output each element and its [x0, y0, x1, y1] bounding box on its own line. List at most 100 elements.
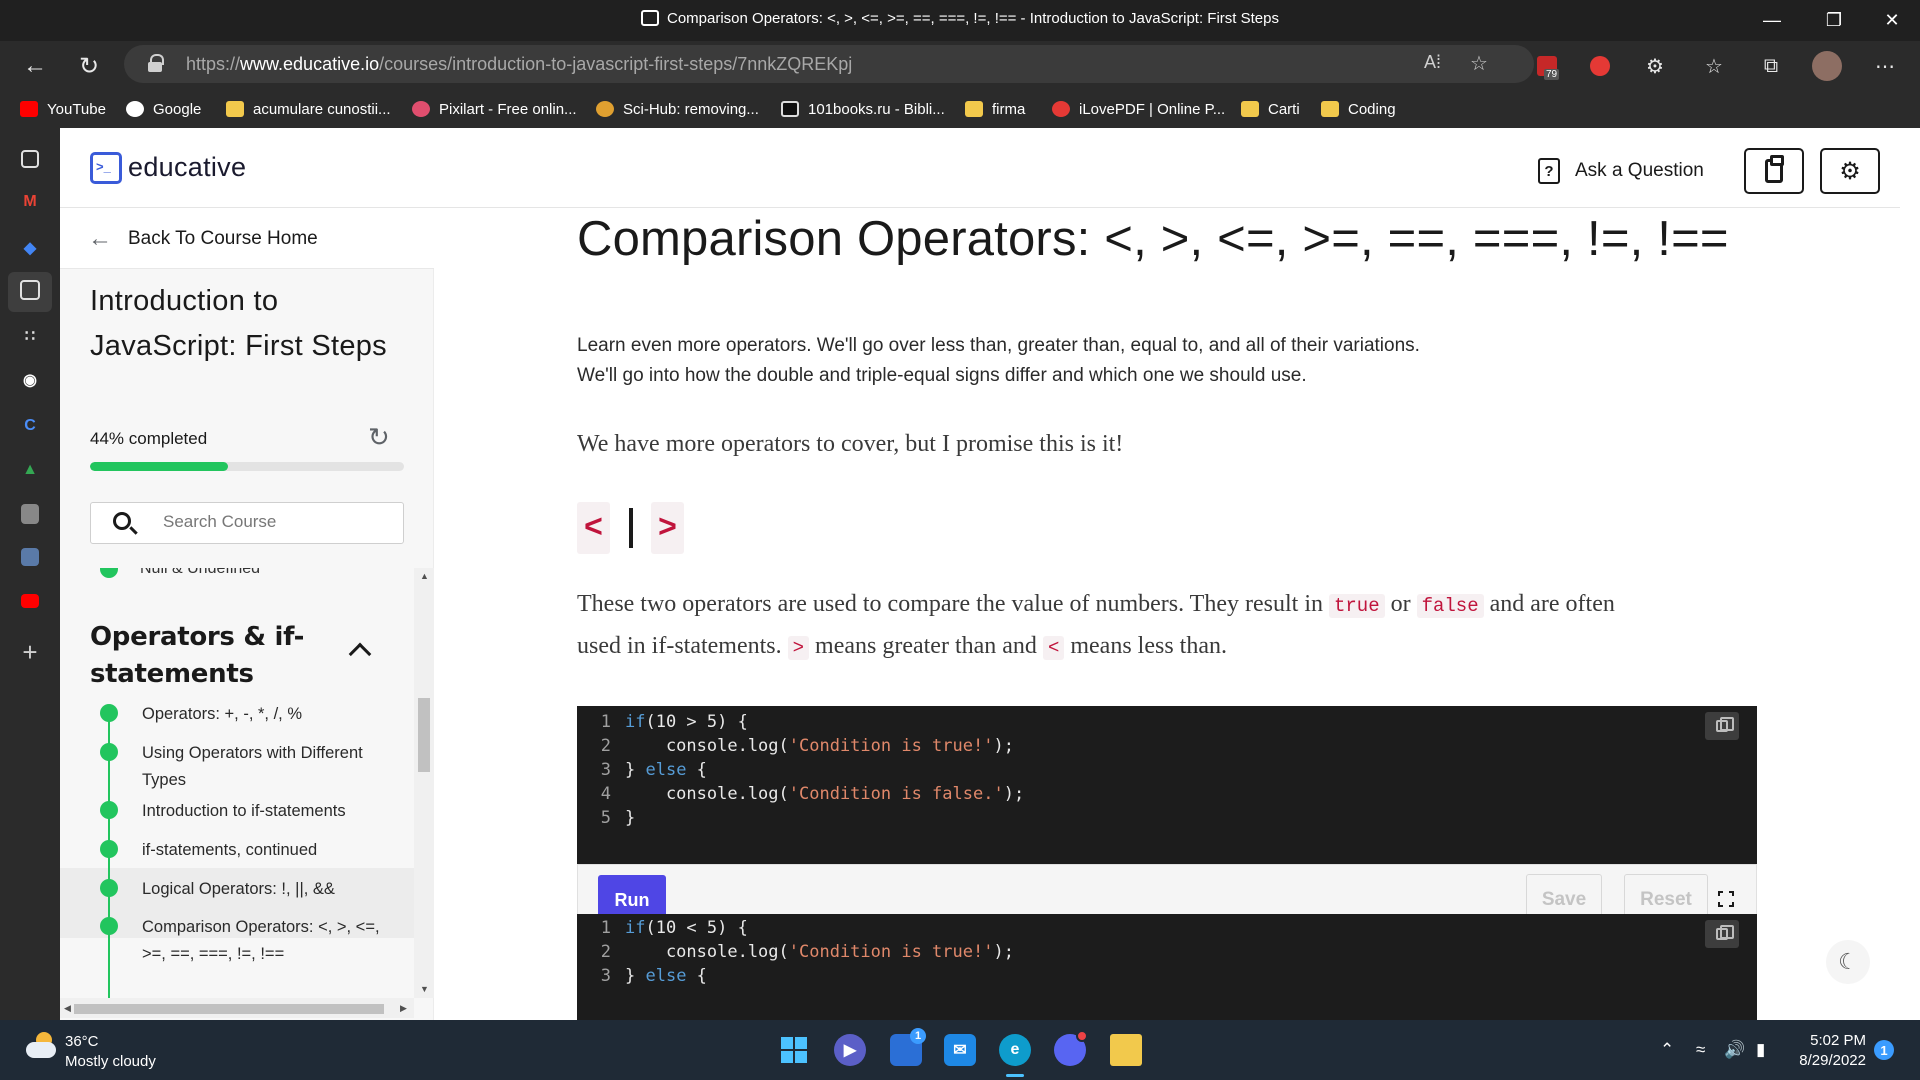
toc-item-intro-if[interactable]: Introduction to if-statements: [142, 798, 392, 825]
code-editor-2[interactable]: 1 if(10 < 5) { 2 console.log('Condition i…: [577, 914, 1757, 1020]
settings-button[interactable]: ⚙: [1820, 148, 1880, 194]
back-arrow-icon[interactable]: ←: [16, 48, 54, 84]
favorites-icon[interactable]: ☆: [1699, 51, 1729, 81]
educative-sidebar-icon[interactable]: [20, 280, 40, 300]
document-app-icon[interactable]: [21, 504, 39, 524]
search-input[interactable]: [163, 512, 383, 532]
fullscreen-icon[interactable]: [1718, 891, 1734, 907]
scroll-left-arrow-icon[interactable]: ◀: [64, 1003, 71, 1014]
teams-chat-icon[interactable]: ▶: [834, 1034, 866, 1066]
profile-avatar[interactable]: [1812, 51, 1842, 81]
bookmark-label: Google: [153, 100, 202, 118]
inline-code-lt: <: [1042, 636, 1065, 660]
toc-item-operators-types[interactable]: Using Operators with Different Types: [142, 740, 392, 794]
toc-item-if-continued[interactable]: if-statements, continued: [142, 837, 392, 864]
scroll-up-arrow-icon[interactable]: ▲: [420, 571, 429, 581]
widgets-badge: 1: [910, 1028, 926, 1044]
toc-item-comparison-operators[interactable]: Comparison Operators: <, >, <=, >=, ==, …: [142, 914, 392, 968]
folder-icon: [965, 101, 983, 117]
search-course-box[interactable]: [90, 502, 404, 544]
google-drive-icon[interactable]: ▲: [18, 458, 42, 482]
bookmark-carti[interactable]: Carti: [1241, 96, 1300, 122]
minimize-button[interactable]: —: [1746, 0, 1798, 40]
battery-icon[interactable]: ▮: [1756, 1040, 1765, 1060]
google-app-icon[interactable]: ◆: [18, 236, 42, 260]
wifi-icon[interactable]: ≈: [1696, 1040, 1705, 1060]
dark-mode-moon-icon[interactable]: ☾: [1826, 940, 1870, 984]
extensions-puzzle-icon[interactable]: ⚙: [1640, 51, 1670, 81]
file-explorer-icon[interactable]: [1110, 1034, 1142, 1066]
c-app-icon[interactable]: C: [18, 414, 42, 438]
code-line: 3} else {: [577, 964, 1757, 988]
scroll-right-arrow-icon[interactable]: ▶: [400, 1003, 407, 1014]
code-editor-1[interactable]: 1 if(10 > 5) { 2 console.log('Condition i…: [577, 706, 1757, 864]
chevron-up-icon[interactable]: [348, 642, 372, 666]
bookmark-coding[interactable]: Coding: [1321, 96, 1396, 122]
extension-badge: 79: [1544, 69, 1560, 80]
calendar-app-icon[interactable]: [21, 548, 39, 566]
collections-icon[interactable]: ⧉: [1756, 51, 1786, 81]
bookmark-ilovepdf[interactable]: iLovePDF | Online P...: [1052, 96, 1225, 122]
toc-item-logical-operators[interactable]: Logical Operators: !, ||, &&: [142, 876, 392, 903]
weather-widget[interactable]: 36°C Mostly cloudy: [65, 1032, 156, 1072]
title-bar: Comparison Operators: <, >, <=, >=, ==, …: [0, 0, 1920, 41]
operator-display: < >: [577, 502, 684, 554]
toc-item-operators[interactable]: Operators: +, -, *, /, %: [142, 701, 392, 728]
back-to-course-home[interactable]: ← Back To Course Home: [60, 209, 434, 269]
keyword: if: [625, 712, 646, 732]
bookmark-scihub[interactable]: Sci-Hub: removing...: [596, 96, 759, 122]
copy-code-button[interactable]: [1705, 920, 1739, 948]
code-text: {: [686, 760, 707, 780]
mail-icon[interactable]: ✉: [944, 1034, 976, 1066]
tab-actions-icon[interactable]: [21, 150, 39, 168]
url-field[interactable]: https://www.educative.io/courses/introdu…: [124, 45, 1534, 83]
windows-start-icon[interactable]: [778, 1034, 810, 1066]
sidebar-horizontal-thumb[interactable]: [74, 1004, 384, 1014]
section-title[interactable]: Operators & if-statements: [90, 619, 310, 693]
weather-cloud-icon[interactable]: [26, 1032, 56, 1058]
edge-browser-icon[interactable]: e: [999, 1034, 1031, 1066]
grid-app-icon[interactable]: ∷: [18, 324, 42, 348]
ublock-extension-icon[interactable]: 79: [1532, 51, 1562, 81]
bookmark-101books[interactable]: 101books.ru - Bibli...: [781, 96, 945, 122]
github-icon[interactable]: ◉: [18, 368, 42, 392]
book-icon: [781, 101, 799, 117]
sidebar-scroll-thumb[interactable]: [418, 698, 430, 772]
logo-text[interactable]: educative: [128, 152, 246, 183]
read-aloud-icon[interactable]: A⁞: [1424, 52, 1441, 73]
adblock-extension-icon[interactable]: [1585, 51, 1615, 81]
ask-question-button[interactable]: ? Ask a Question: [1538, 158, 1704, 184]
bookmark-label: YouTube: [47, 100, 106, 118]
notification-badge[interactable]: 1: [1874, 1040, 1894, 1060]
scroll-down-arrow-icon[interactable]: ▼: [420, 984, 429, 994]
discord-icon[interactable]: [1054, 1030, 1088, 1066]
gmail-icon[interactable]: M: [18, 190, 42, 214]
youtube-sidebar-icon[interactable]: [21, 594, 39, 608]
educative-logo-icon[interactable]: >_: [90, 152, 122, 184]
clock[interactable]: 5:02 PM 8/29/2022: [1796, 1031, 1866, 1071]
explanation-line-1: These two operators are used to compare …: [577, 584, 1777, 626]
add-sidebar-app-icon[interactable]: +: [18, 637, 42, 667]
refresh-icon[interactable]: ↻: [70, 48, 108, 84]
toc-item-null-undefined[interactable]: Null & Undefined: [140, 568, 260, 578]
maximize-button[interactable]: ❐: [1808, 0, 1860, 40]
progress-label: 44% completed: [90, 429, 208, 448]
clipboard-button[interactable]: [1744, 148, 1804, 194]
bookmark-youtube[interactable]: YouTube: [20, 96, 106, 122]
progress-bar: [90, 462, 404, 471]
close-window-button[interactable]: ✕: [1866, 0, 1918, 40]
sidebar-scrollbar[interactable]: [414, 568, 434, 998]
bookmark-firma[interactable]: firma: [965, 96, 1025, 122]
add-favorite-icon[interactable]: ☆: [1470, 51, 1488, 76]
text: means greater than and: [809, 633, 1043, 659]
copy-code-button[interactable]: [1705, 712, 1739, 740]
widgets-icon[interactable]: 1: [890, 1028, 926, 1066]
volume-icon[interactable]: 🔊: [1724, 1040, 1745, 1060]
bookmark-pixilart[interactable]: Pixilart - Free onlin...: [412, 96, 577, 122]
more-menu-icon[interactable]: ⋯: [1870, 51, 1900, 81]
bookmark-google[interactable]: Google: [126, 96, 201, 122]
reset-progress-icon[interactable]: ↻: [368, 422, 390, 453]
bookmark-acumulare[interactable]: acumulare cunostii...: [226, 96, 391, 122]
tray-expand-icon[interactable]: ⌃: [1660, 1040, 1674, 1060]
site-header: >_ educative ? Ask a Question ⚙: [60, 128, 1900, 208]
